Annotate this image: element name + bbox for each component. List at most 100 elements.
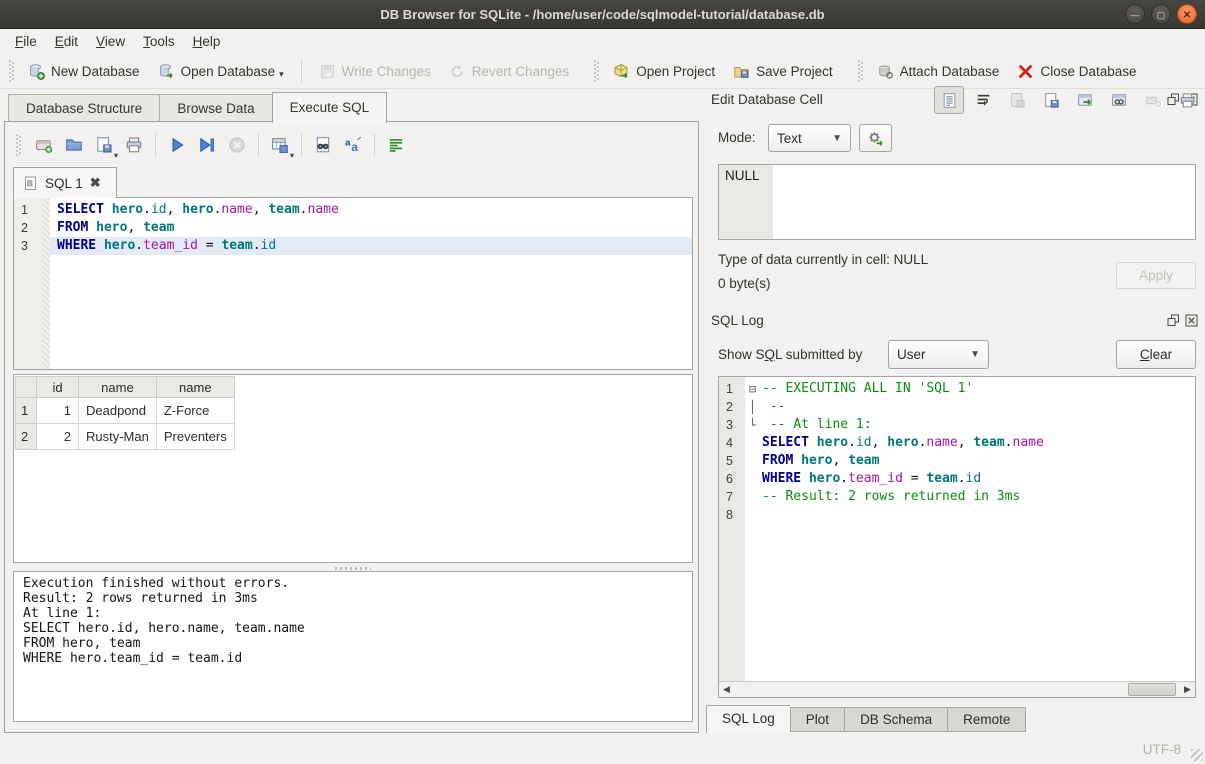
save-sql-dropdown-caret[interactable]: ▾ (114, 151, 118, 160)
code-line[interactable]: 1SELECT hero.id, hero.name, team.name (14, 201, 692, 219)
save-sql-file-button[interactable]: ▾ (89, 131, 119, 159)
table-row[interactable]: 11DeadpondZ-Force (16, 398, 235, 424)
row-number[interactable]: 1 (16, 398, 37, 424)
cell-settings-button[interactable] (859, 124, 892, 152)
sql-document-tab[interactable]: SQL 1 ✖ (13, 167, 117, 198)
new-sql-tab-button[interactable] (29, 131, 59, 159)
dock-tab-sql-log[interactable]: SQL Log (706, 705, 790, 733)
toolbar-drag-handle[interactable] (9, 60, 14, 82)
open-sql-file-button[interactable] (59, 131, 89, 159)
code-line[interactable]: 8 (719, 506, 1195, 524)
toolbar-drag-handle[interactable] (16, 134, 21, 156)
apply-button[interactable]: Apply (1116, 262, 1196, 289)
column-header[interactable]: id (37, 377, 79, 398)
sql-log-filter-select[interactable]: User ▼ (888, 340, 989, 369)
close-tab-icon[interactable]: ✖ (90, 175, 101, 191)
dock-tab-db-schema[interactable]: DB Schema (844, 707, 947, 732)
tab-execute-sql[interactable]: Execute SQL (272, 92, 388, 123)
close-database-button[interactable]: Close Database (1008, 58, 1145, 85)
dock-tab-remote[interactable]: Remote (947, 707, 1026, 732)
open-file-in-cell-button[interactable] (1002, 86, 1032, 114)
print-button[interactable] (119, 131, 149, 159)
link-cell-button[interactable] (1104, 86, 1134, 114)
corner-header[interactable] (16, 377, 37, 398)
save-results-dropdown-caret[interactable]: ▾ (290, 151, 294, 160)
close-button[interactable]: ✕ (1177, 4, 1197, 24)
code-line[interactable]: 1⊟-- EXECUTING ALL IN 'SQL 1' (719, 380, 1195, 398)
word-wrap-button[interactable] (968, 86, 998, 114)
menu-tools[interactable]: Tools (134, 31, 184, 52)
table-cell[interactable]: Deadpond (79, 398, 157, 424)
import-save-cell-button[interactable] (1036, 86, 1066, 114)
code-line[interactable]: 4SELECT hero.id, hero.name, team.name (719, 434, 1195, 452)
print-cell-button[interactable] (1172, 86, 1202, 114)
code-line[interactable]: 3WHERE hero.team_id = team.id (14, 237, 692, 255)
scrollbar-thumb[interactable] (1128, 683, 1176, 696)
set-null-button[interactable] (1138, 86, 1168, 114)
table-cell[interactable]: Preventers (156, 424, 234, 450)
scrollbar-track[interactable] (734, 682, 1180, 697)
menu-file[interactable]: File (6, 31, 46, 52)
table-cell[interactable]: 1 (37, 398, 79, 424)
table-cell[interactable]: 2 (37, 424, 79, 450)
column-header[interactable]: name (156, 377, 234, 398)
minimize-button[interactable]: — (1125, 4, 1145, 24)
horizontal-scrollbar[interactable]: ◀ ▶ (719, 681, 1195, 697)
execute-current-line-button[interactable] (192, 131, 222, 159)
execute-all-button[interactable] (162, 131, 192, 159)
write-changes-button[interactable]: Write Changes (310, 58, 440, 85)
save-project-button[interactable]: Save Project (724, 58, 842, 85)
close-panel-icon[interactable] (1185, 314, 1198, 327)
execution-message-panel[interactable]: Execution finished without errors.Result… (13, 571, 693, 722)
find-replace-button[interactable] (308, 131, 338, 159)
table-row[interactable]: 22Rusty-ManPreventers (16, 424, 235, 450)
title-bar[interactable]: DB Browser for SQLite - /home/user/code/… (0, 0, 1205, 29)
open-database-dropdown-caret[interactable]: ▾ (279, 69, 284, 80)
row-number[interactable]: 2 (16, 424, 37, 450)
menu-view[interactable]: View (87, 31, 134, 52)
toolbar-drag-handle[interactable] (858, 60, 863, 82)
autocomplete-button[interactable]: aa (338, 131, 368, 159)
menu-help[interactable]: Help (184, 31, 230, 52)
open-database-button[interactable]: Open Database ▾ (149, 58, 293, 85)
code-line[interactable]: 2FROM hero, team (14, 219, 692, 237)
maximize-button[interactable]: ▢ (1151, 4, 1171, 24)
cell-value-editor[interactable]: NULL (718, 164, 1196, 240)
stop-button[interactable] (222, 131, 252, 159)
scroll-right-icon[interactable]: ▶ (1180, 682, 1195, 697)
fold-marker-icon[interactable]: ⊟ (745, 380, 760, 398)
code-line[interactable]: 5FROM hero, team (719, 452, 1195, 470)
text-mode-button[interactable] (934, 86, 964, 114)
export-cell-button[interactable] (1070, 86, 1100, 114)
format-lines-button[interactable] (381, 131, 411, 159)
revert-changes-button[interactable]: Revert Changes (440, 58, 579, 85)
tab-browse-data[interactable]: Browse Data (159, 94, 271, 122)
set-null-icon (1145, 92, 1162, 109)
fold-marker-icon (745, 470, 760, 488)
mode-select[interactable]: Text ▼ (768, 124, 851, 152)
code-line[interactable]: 3└ -- At line 1: (719, 416, 1195, 434)
resize-grip-icon[interactable] (1191, 749, 1203, 761)
dock-tab-plot[interactable]: Plot (790, 707, 844, 732)
attach-database-button[interactable]: Attach Database (868, 58, 1009, 85)
sql-document-tab-label: SQL 1 (45, 176, 83, 191)
sql-editor[interactable]: 1SELECT hero.id, hero.name, team.name2FR… (13, 197, 693, 370)
menu-edit[interactable]: Edit (46, 31, 87, 52)
column-header[interactable]: name (79, 377, 157, 398)
scroll-left-icon[interactable]: ◀ (719, 682, 734, 697)
table-cell[interactable]: Z-Force (156, 398, 234, 424)
code-line[interactable]: 2│ -- (719, 398, 1195, 416)
code-line[interactable]: 7-- Result: 2 rows returned in 3ms (719, 488, 1195, 506)
table-cell[interactable]: Rusty-Man (79, 424, 157, 450)
open-project-button[interactable]: Open Project (604, 58, 724, 85)
tab-database-structure[interactable]: Database Structure (8, 94, 159, 122)
sql-log-content[interactable]: 1⊟-- EXECUTING ALL IN 'SQL 1'2│ --3└ -- … (719, 377, 1195, 681)
clear-log-button[interactable]: Clear (1116, 340, 1196, 369)
save-results-button[interactable]: ▾ (265, 131, 295, 159)
encoding-indicator[interactable]: UTF-8 (1143, 742, 1181, 757)
fold-marker-icon (745, 434, 760, 452)
toolbar-drag-handle[interactable] (594, 60, 599, 82)
new-database-button[interactable]: New Database (19, 58, 149, 85)
float-panel-icon[interactable] (1167, 314, 1180, 327)
code-line[interactable]: 6WHERE hero.team_id = team.id (719, 470, 1195, 488)
